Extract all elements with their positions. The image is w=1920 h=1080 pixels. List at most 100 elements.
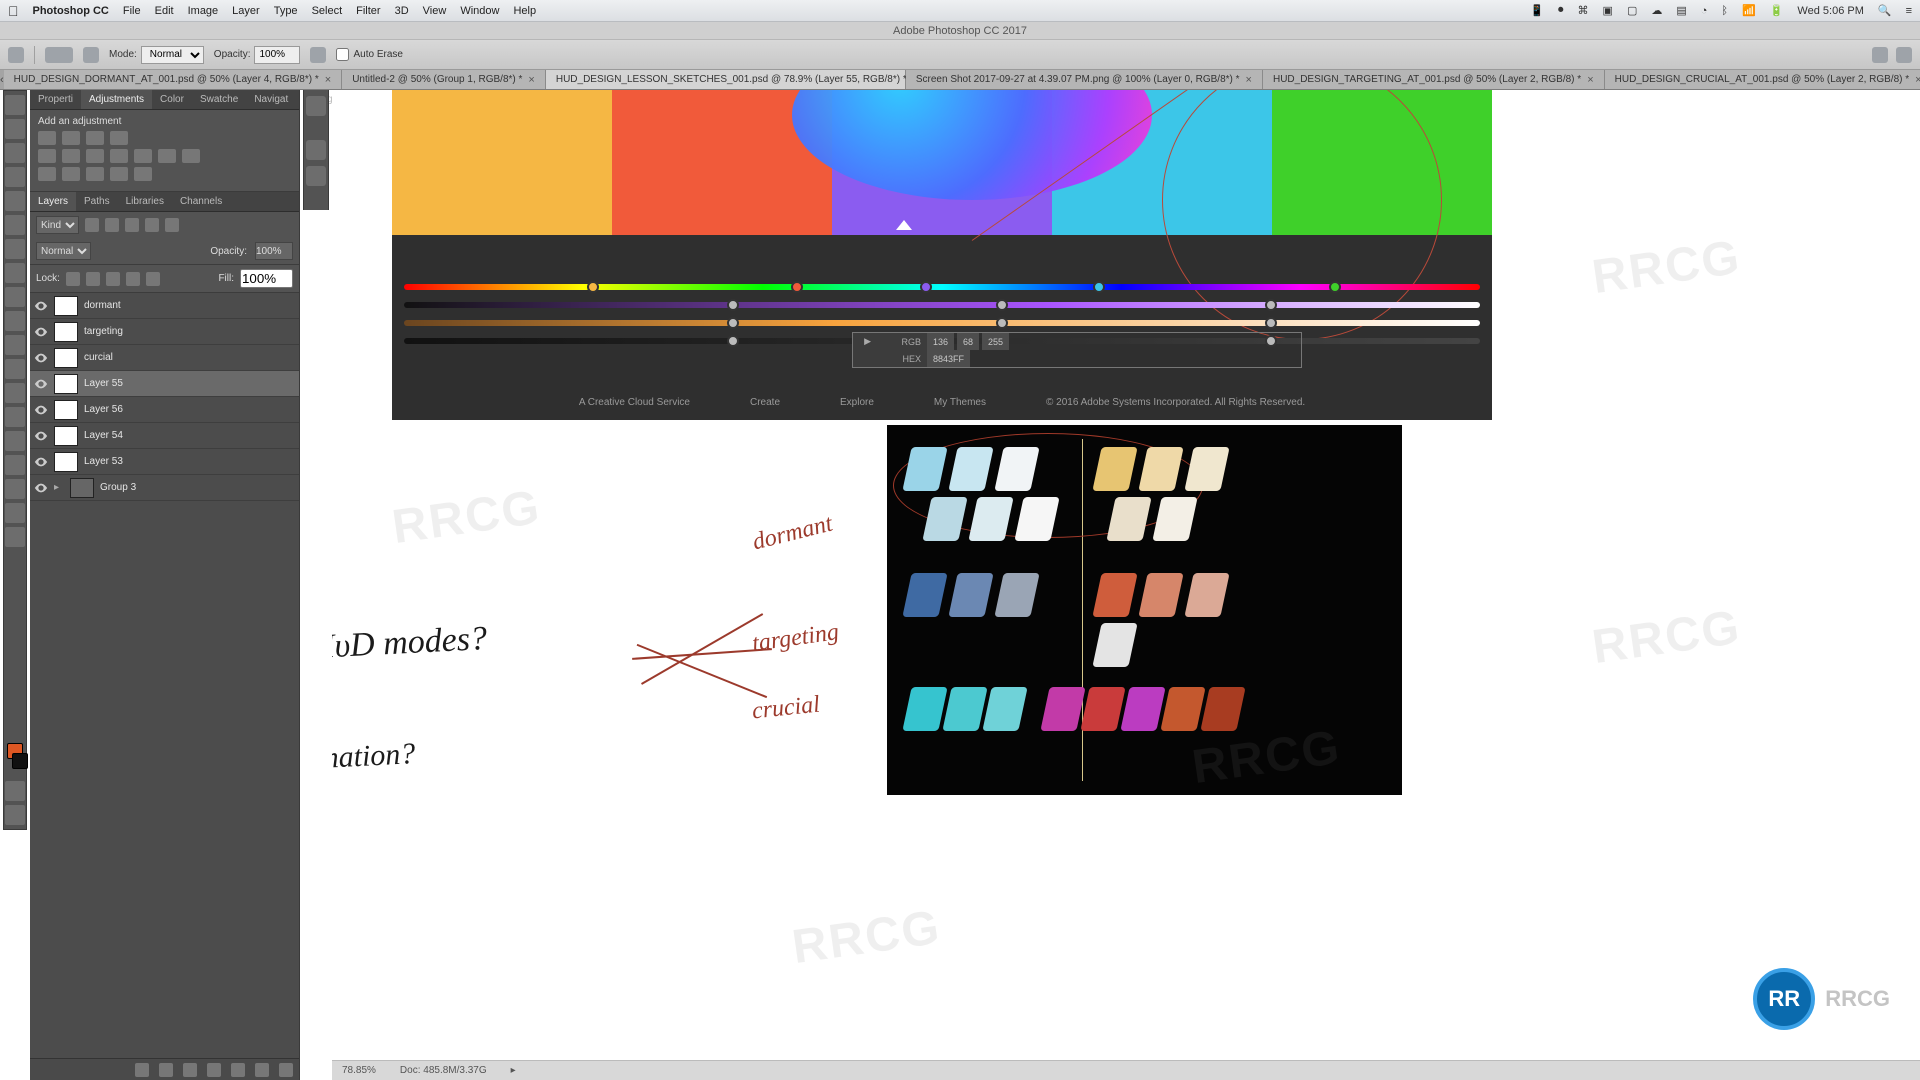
- fill-input[interactable]: [240, 269, 293, 288]
- adj-lut-icon[interactable]: [182, 149, 200, 163]
- menu-type[interactable]: Type: [274, 5, 298, 17]
- layer-row[interactable]: Layer 55: [30, 371, 299, 397]
- wifi-icon[interactable]: 📶: [1742, 4, 1756, 17]
- new-adjustment-icon[interactable]: [207, 1063, 221, 1077]
- workspace-icon[interactable]: [1896, 47, 1912, 63]
- tab-channels[interactable]: Channels: [172, 192, 230, 211]
- menu-file[interactable]: File: [123, 5, 141, 17]
- pen-tool-icon[interactable]: [5, 407, 25, 427]
- document-tab[interactable]: HUD_DESIGN_DORMANT_AT_001.psd @ 50% (Lay…: [4, 70, 343, 89]
- lock-all-icon[interactable]: [146, 272, 160, 286]
- tab-adjustments[interactable]: Adjustments: [81, 90, 152, 109]
- menu-window[interactable]: Window: [460, 5, 499, 17]
- document-tab[interactable]: HUD_DESIGN_CRUCIAL_AT_001.psd @ 50% (Lay…: [1605, 70, 1920, 89]
- tab-layers[interactable]: Layers: [30, 192, 76, 211]
- lock-transparent-icon[interactable]: [66, 272, 80, 286]
- storage-icon[interactable]: ▤: [1676, 4, 1686, 17]
- document-tab[interactable]: HUD_DESIGN_LESSON_SKETCHES_001.psd @ 78.…: [546, 70, 906, 89]
- filter-smart-icon[interactable]: [165, 218, 179, 232]
- close-icon[interactable]: ×: [325, 74, 331, 86]
- adj-channel-mixer-icon[interactable]: [158, 149, 176, 163]
- record-icon[interactable]: ⏺: [1558, 4, 1564, 17]
- link-layers-icon[interactable]: [135, 1063, 149, 1077]
- filter-shape-icon[interactable]: [145, 218, 159, 232]
- zoom-display[interactable]: 78.85%: [342, 1065, 376, 1076]
- auto-erase-field[interactable]: Auto Erase: [336, 48, 402, 61]
- type-tool-icon[interactable]: [5, 431, 25, 451]
- mobile-icon[interactable]: 📱: [1530, 4, 1544, 17]
- visibility-eye-icon[interactable]: [34, 403, 48, 417]
- adj-exposure-icon[interactable]: [110, 131, 128, 145]
- new-group-icon[interactable]: [231, 1063, 245, 1077]
- document-canvas[interactable]: ▶ RGB 136 68 255 HEX 8843FF A Creative C…: [332, 90, 1920, 1060]
- filter-adjust-icon[interactable]: [105, 218, 119, 232]
- adj-hue-icon[interactable]: [62, 149, 80, 163]
- lock-artboard-icon[interactable]: [126, 272, 140, 286]
- screen-icon[interactable]: ▢: [1627, 4, 1637, 17]
- new-layer-icon[interactable]: [255, 1063, 269, 1077]
- layer-row[interactable]: Layer 56: [30, 397, 299, 423]
- adj-curves-icon[interactable]: [86, 131, 104, 145]
- brush-panel-icon[interactable]: [83, 47, 99, 63]
- history-brush-icon[interactable]: [5, 311, 25, 331]
- visibility-eye-icon[interactable]: [34, 299, 48, 313]
- adj-invert-icon[interactable]: [38, 167, 56, 181]
- document-tab[interactable]: HUD_DESIGN_TARGETING_AT_001.psd @ 50% (L…: [1263, 70, 1605, 89]
- wand-tool-icon[interactable]: [5, 167, 25, 187]
- menu-edit[interactable]: Edit: [155, 5, 174, 17]
- close-icon[interactable]: ×: [1246, 74, 1252, 86]
- lock-pixels-icon[interactable]: [86, 272, 100, 286]
- gradient-tool-icon[interactable]: [5, 359, 25, 379]
- cloud-icon[interactable]: ☁: [1651, 4, 1662, 17]
- clock-text[interactable]: Wed 5:06 PM: [1797, 5, 1863, 17]
- layer-row[interactable]: dormant: [30, 293, 299, 319]
- layer-row[interactable]: Layer 53: [30, 449, 299, 475]
- tab-navigator[interactable]: Navigat: [246, 90, 296, 109]
- app-name[interactable]: Photoshop CC: [33, 5, 109, 17]
- lock-position-icon[interactable]: [106, 272, 120, 286]
- cc-icon[interactable]: ⌘: [1578, 4, 1589, 17]
- expand-arrow-icon[interactable]: ▸: [54, 482, 64, 493]
- adj-brightness-icon[interactable]: [38, 131, 56, 145]
- adj-posterize-icon[interactable]: [62, 167, 80, 181]
- menu-filter[interactable]: Filter: [356, 5, 380, 17]
- status-chevron-icon[interactable]: ▸: [511, 1065, 516, 1076]
- layers-opacity-input[interactable]: [255, 242, 293, 260]
- tab-color[interactable]: Color: [152, 90, 192, 109]
- tab-properties[interactable]: Properti: [30, 90, 81, 109]
- eyedropper-tool-icon[interactable]: [5, 215, 25, 235]
- auto-erase-checkbox[interactable]: [336, 48, 349, 61]
- layer-mask-icon[interactable]: [183, 1063, 197, 1077]
- layer-row[interactable]: Layer 54: [30, 423, 299, 449]
- layer-style-icon[interactable]: [159, 1063, 173, 1077]
- visibility-eye-icon[interactable]: [34, 455, 48, 469]
- lasso-tool-icon[interactable]: [5, 143, 25, 163]
- close-icon[interactable]: ×: [528, 74, 534, 86]
- path-tool-icon[interactable]: [5, 455, 25, 475]
- adj-threshold-icon[interactable]: [86, 167, 104, 181]
- eraser-tool-icon[interactable]: [5, 335, 25, 355]
- menu-image[interactable]: Image: [188, 5, 219, 17]
- adj-levels-icon[interactable]: [62, 131, 80, 145]
- crop-tool-icon[interactable]: [5, 191, 25, 211]
- delete-layer-icon[interactable]: [279, 1063, 293, 1077]
- stamp-tool-icon[interactable]: [5, 287, 25, 307]
- quick-mask-icon[interactable]: [5, 781, 25, 801]
- opacity-input[interactable]: [254, 46, 300, 64]
- tab-swatches[interactable]: Swatche: [192, 90, 246, 109]
- zoom-tool-icon[interactable]: [5, 527, 25, 547]
- background-color-icon[interactable]: [12, 753, 28, 769]
- collapsed-panel-icon-2[interactable]: [306, 140, 326, 160]
- layer-group-row[interactable]: ▸Group 3: [30, 475, 299, 501]
- apple-menu-icon[interactable]: : [8, 3, 19, 19]
- marquee-tool-icon[interactable]: [5, 119, 25, 139]
- dodge-tool-icon[interactable]: [5, 383, 25, 403]
- clock-icon[interactable]: ◔: [1701, 5, 1708, 17]
- close-icon[interactable]: ×: [1587, 74, 1593, 86]
- battery-icon[interactable]: 🔋: [1770, 4, 1784, 17]
- pencil-tool-icon[interactable]: [8, 47, 24, 63]
- menu-view[interactable]: View: [423, 5, 447, 17]
- blend-mode-layers-select[interactable]: Normal: [36, 242, 91, 260]
- document-tab[interactable]: Untitled-2 @ 50% (Group 1, RGB/8*) *×: [342, 70, 546, 89]
- hand-tool-icon[interactable]: [5, 503, 25, 523]
